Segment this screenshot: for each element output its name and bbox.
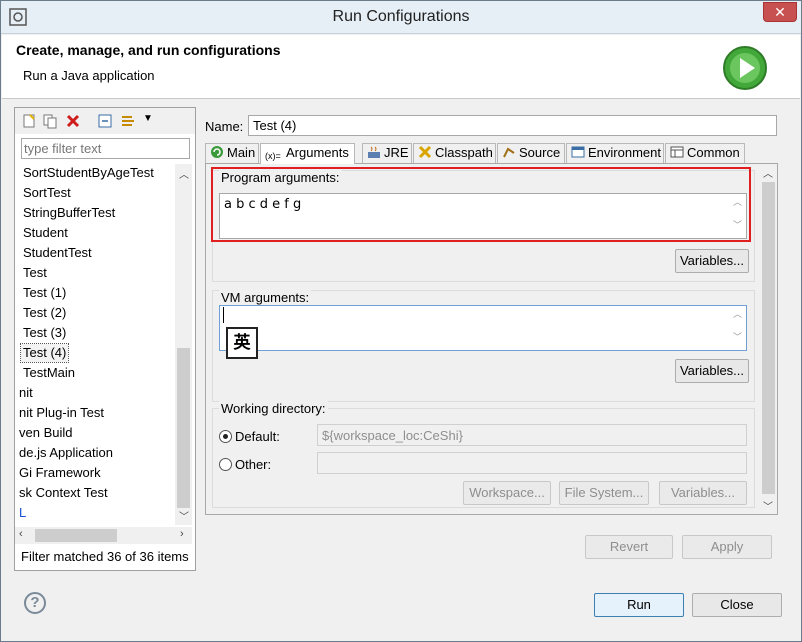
tree-item[interactable]: Test (3) <box>23 324 66 342</box>
tab-arguments[interactable]: (x)= Arguments <box>260 143 355 164</box>
other-radio[interactable] <box>219 458 232 471</box>
tree-item[interactable]: nit <box>19 384 33 402</box>
tree-item[interactable]: StudentTest <box>23 244 92 262</box>
new-config-icon[interactable] <box>21 113 37 129</box>
header-subtitle: Run a Java application <box>23 68 155 83</box>
environment-icon <box>571 146 585 158</box>
tree-item[interactable]: TestMain <box>23 364 75 382</box>
tree-item[interactable]: sk Context Test <box>19 484 108 502</box>
tab-classpath[interactable]: Classpath <box>413 143 496 163</box>
tab-main[interactable]: Main <box>205 143 259 163</box>
tree-toolbar: ▼ <box>15 108 195 134</box>
default-label: Default: <box>235 429 280 444</box>
run-icon <box>723 46 767 90</box>
tree-item[interactable]: nit Plug-in Test <box>19 404 104 422</box>
tree-item[interactable]: Test (2) <box>23 304 66 322</box>
other-dir-field[interactable] <box>317 452 747 474</box>
file-system-button[interactable]: File System... <box>559 481 649 505</box>
classpath-icon <box>418 145 432 159</box>
workdir-variables-button[interactable]: Variables... <box>659 481 747 505</box>
scroll-thumb[interactable] <box>35 529 117 542</box>
content-vertical-scrollbar[interactable]: ︿ ﹀ <box>760 164 777 514</box>
main-icon <box>211 146 223 158</box>
filter-status: Filter matched 36 of 36 items <box>21 549 189 564</box>
workspace-button[interactable]: Workspace... <box>463 481 551 505</box>
tab-common[interactable]: Common <box>665 143 745 163</box>
duplicate-icon[interactable] <box>42 113 58 129</box>
default-dir-field: ${workspace_loc:CeShi} <box>317 424 747 446</box>
close-button[interactable]: Close <box>692 593 782 617</box>
config-tree: SortStudentByAgeTest SortTest StringBuff… <box>15 164 175 524</box>
tree-horizontal-scrollbar[interactable]: ‹ › <box>15 527 192 544</box>
tree-item[interactable]: L <box>19 504 26 522</box>
scroll-thumb[interactable] <box>762 182 775 494</box>
program-variables-button[interactable]: Variables... <box>675 249 749 273</box>
run-configurations-window: Run Configurations ✕ Create, manage, and… <box>0 0 802 642</box>
window-close-button[interactable]: ✕ <box>763 2 797 22</box>
tree-item[interactable]: SortTest <box>23 184 71 202</box>
apply-button[interactable]: Apply <box>682 535 772 559</box>
tree-item-selected[interactable]: Test (4) <box>19 343 70 363</box>
header-title: Create, manage, and run configurations <box>16 42 281 58</box>
other-label: Other: <box>235 457 272 472</box>
jre-icon <box>368 146 380 158</box>
tab-source[interactable]: Source <box>497 143 565 163</box>
tree-item[interactable]: Gi Framework <box>19 464 101 482</box>
tree-vertical-scrollbar[interactable]: ︿ ﹀ <box>175 164 192 525</box>
common-icon <box>670 146 684 158</box>
tab-jre[interactable]: JRE <box>362 143 412 163</box>
help-icon[interactable]: ? <box>24 592 46 614</box>
ime-indicator: 英 <box>226 327 258 359</box>
tree-item[interactable]: StringBufferTest <box>23 204 115 222</box>
tree-item[interactable]: Student <box>23 224 68 242</box>
program-arguments-highlight <box>211 167 751 242</box>
default-radio[interactable] <box>219 430 232 443</box>
source-icon <box>503 147 515 158</box>
collapse-all-icon[interactable] <box>97 113 113 129</box>
tab-environment[interactable]: Environment <box>566 143 664 163</box>
text-caret <box>223 307 224 323</box>
working-directory-group: Working directory: Default: ${workspace_… <box>212 401 755 508</box>
filter-input[interactable]: type filter text <box>21 138 190 159</box>
chevron-down-icon[interactable]: ▼ <box>143 113 159 129</box>
tree-item[interactable]: Test (1) <box>23 284 66 302</box>
tree-item[interactable]: de.js Application <box>19 444 113 462</box>
tree-item[interactable]: Test <box>23 264 47 282</box>
name-field[interactable]: Test (4) <box>248 115 777 136</box>
tree-item[interactable]: SortStudentByAgeTest <box>23 164 154 182</box>
vm-variables-button[interactable]: Variables... <box>675 359 749 383</box>
scroll-thumb[interactable] <box>177 348 190 508</box>
window-title: Run Configurations <box>332 8 470 25</box>
filter-icon[interactable] <box>120 113 136 129</box>
config-tree-panel: ▼ type filter text SortStudentByAgeTest … <box>14 107 196 571</box>
run-button[interactable]: Run <box>594 593 684 617</box>
vm-arguments-group: VM arguments: ︿ ﹀ Variables... <box>212 290 755 402</box>
revert-button[interactable]: Revert <box>585 535 673 559</box>
textarea-scrollbar[interactable]: ︿ ﹀ <box>730 307 745 343</box>
dialog-header: Create, manage, and run configurations R… <box>2 35 800 99</box>
delete-icon[interactable] <box>65 113 81 129</box>
tree-item[interactable]: ven Build <box>19 424 72 442</box>
config-tabs: Main (x)= Arguments JRE Classpath Source … <box>205 143 750 164</box>
vm-arguments-input[interactable]: ︿ ﹀ <box>219 305 747 351</box>
name-label: Name: <box>205 119 244 134</box>
working-directory-label: Working directory: <box>219 401 328 416</box>
vm-arguments-label: VM arguments: <box>219 290 312 305</box>
title-bar: Run Configurations ✕ <box>1 1 801 34</box>
arguments-icon: (x)= <box>265 151 281 161</box>
